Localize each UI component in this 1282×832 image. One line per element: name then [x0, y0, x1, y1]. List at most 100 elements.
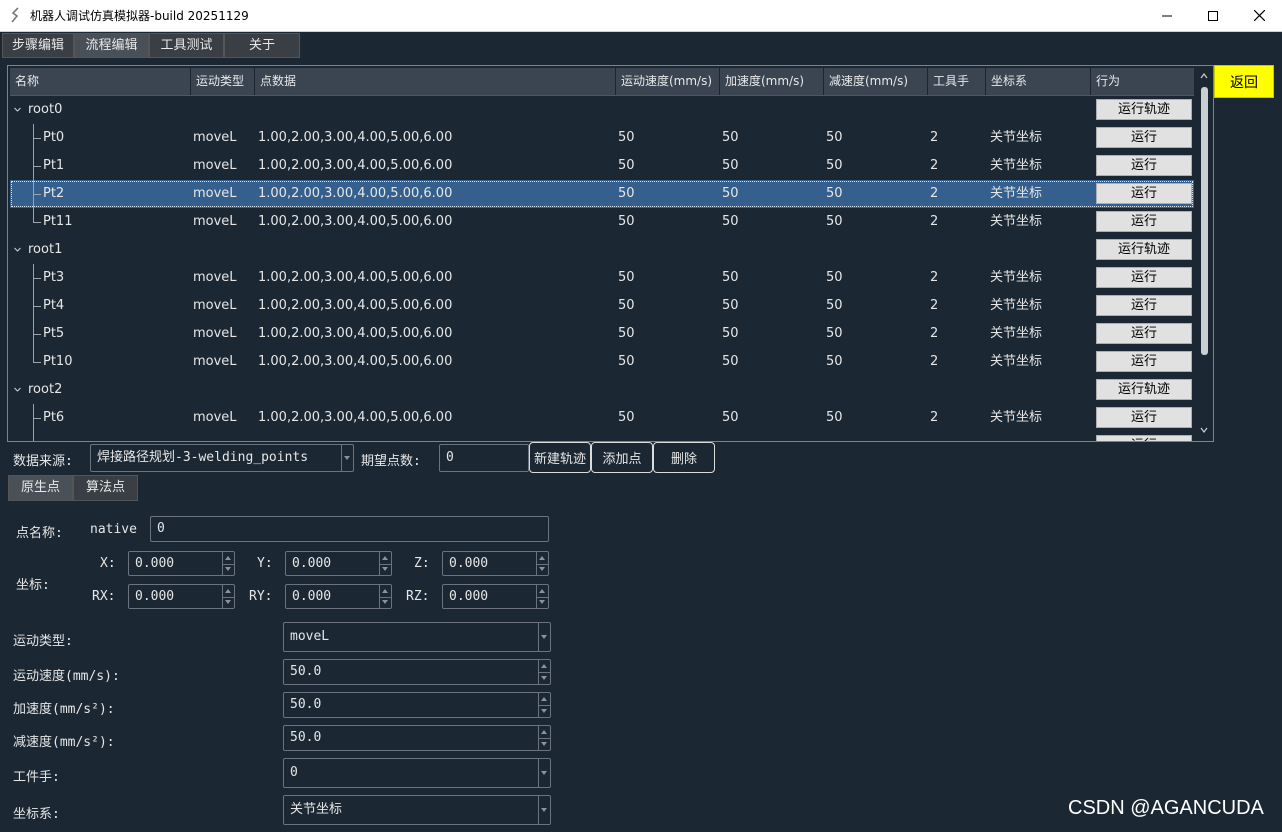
- ry-spinbox[interactable]: 0.000: [285, 584, 392, 609]
- tool-select[interactable]: 0: [283, 758, 551, 788]
- data-source-value: 焊接路径规划-3-welding_points: [97, 450, 309, 465]
- run-trajectory-button[interactable]: 运行轨迹: [1096, 99, 1192, 120]
- speed-spinbox[interactable]: 50.0: [283, 659, 551, 685]
- cell-tool: 2: [930, 158, 939, 173]
- spin-arrows-icon[interactable]: [222, 552, 234, 575]
- watermark: CSDN @AGANCUDA: [1068, 797, 1264, 819]
- rx-spinbox[interactable]: 0.000: [128, 584, 235, 609]
- deceleration-spinbox[interactable]: 50.0: [283, 725, 551, 751]
- spin-arrows-icon[interactable]: [379, 585, 391, 608]
- cell-motion: moveL: [193, 410, 237, 425]
- point-name: Pt10: [43, 354, 73, 369]
- run-point-button[interactable]: 运行: [1096, 267, 1192, 288]
- motion-type-select[interactable]: moveL: [283, 622, 551, 652]
- run-trajectory-button[interactable]: 运行轨迹: [1096, 239, 1192, 260]
- run-point-button[interactable]: 运行: [1096, 407, 1192, 428]
- run-trajectory-button[interactable]: 运行轨迹: [1096, 379, 1192, 400]
- tree-group-row[interactable]: root2 运行轨迹: [10, 376, 1194, 404]
- cell-speed: 50: [618, 130, 635, 145]
- table-row[interactable]: Pt1 moveL 1.00,2.00,3.00,4.00,5.00,6.00 50 5…: [10, 152, 1194, 180]
- cell-dec: 50: [826, 186, 843, 201]
- run-point-button[interactable]: 运行: [1096, 295, 1192, 316]
- cell-motion: moveL: [193, 186, 237, 201]
- acceleration-spinbox[interactable]: 50.0: [283, 692, 551, 718]
- run-point-button[interactable]: 运行: [1096, 351, 1192, 372]
- spin-arrows-icon[interactable]: [379, 552, 391, 575]
- ry-label: RY:: [249, 589, 273, 604]
- cell-tool: 2: [930, 326, 939, 341]
- rz-spinbox[interactable]: 0.000: [442, 584, 549, 609]
- x-spinbox[interactable]: 0.000: [128, 551, 235, 576]
- header-coord[interactable]: 坐标系: [986, 68, 1091, 95]
- spin-arrows-icon[interactable]: [538, 693, 550, 717]
- point-name-label: 点名称:: [16, 526, 63, 541]
- minimize-button[interactable]: [1144, 0, 1190, 31]
- header-dec[interactable]: 减速度(mm/s): [824, 68, 928, 95]
- table-row[interactable]: Pt4 moveL 1.00,2.00,3.00,4.00,5.00,6.00 50 5…: [10, 292, 1194, 320]
- data-source-select[interactable]: 焊接路径规划-3-welding_points: [90, 444, 354, 472]
- header-name[interactable]: 名称: [10, 68, 191, 95]
- tree-group-row[interactable]: root1 运行轨迹: [10, 236, 1194, 264]
- table-scrollbar[interactable]: [1198, 69, 1210, 437]
- table-row[interactable]: Pt6 moveL 1.00,2.00,3.00,4.00,5.00,6.00 50 5…: [10, 404, 1194, 432]
- tree-group-row[interactable]: root0 运行轨迹: [10, 96, 1194, 124]
- run-point-button[interactable]: 运行: [1096, 323, 1192, 344]
- header-action[interactable]: 行为: [1091, 68, 1194, 95]
- table-row[interactable]: 运行: [10, 432, 1194, 441]
- tab-about[interactable]: 关于: [224, 33, 300, 58]
- z-spinbox[interactable]: 0.000: [442, 551, 549, 576]
- delete-button[interactable]: 删除: [653, 442, 715, 473]
- table-row[interactable]: Pt3 moveL 1.00,2.00,3.00,4.00,5.00,6.00 50 5…: [10, 264, 1194, 292]
- header-speed[interactable]: 运动速度(mm/s): [616, 68, 720, 95]
- table-row[interactable]: Pt2 moveL 1.00,2.00,3.00,4.00,5.00,6.00 50 5…: [10, 180, 1194, 208]
- cell-acc: 50: [722, 214, 739, 229]
- cell-acc: 50: [722, 186, 739, 201]
- spin-arrows-icon[interactable]: [538, 726, 550, 750]
- spin-arrows-icon[interactable]: [222, 585, 234, 608]
- table-row[interactable]: Pt0 moveL 1.00,2.00,3.00,4.00,5.00,6.00 50 5…: [10, 124, 1194, 152]
- cell-tool: 2: [930, 270, 939, 285]
- trajectory-tree-table[interactable]: 名称 运动类型 点数据 运动速度(mm/s) 加速度(mm/s) 减速度(mm/…: [7, 65, 1214, 442]
- run-point-button[interactable]: 运行: [1096, 435, 1192, 441]
- header-motion[interactable]: 运动类型: [191, 68, 255, 95]
- rx-value: 0.000: [135, 589, 175, 604]
- tab-tool-test[interactable]: 工具测试: [149, 33, 224, 58]
- point-name-input[interactable]: 0: [150, 516, 549, 542]
- chevron-down-icon[interactable]: [14, 246, 21, 253]
- cell-dec: 50: [826, 158, 843, 173]
- add-point-button[interactable]: 添加点: [591, 442, 653, 473]
- run-point-button[interactable]: 运行: [1096, 183, 1192, 204]
- back-button[interactable]: 返回: [1214, 65, 1274, 98]
- table-row[interactable]: Pt5 moveL 1.00,2.00,3.00,4.00,5.00,6.00 50 5…: [10, 320, 1194, 348]
- spin-arrows-icon[interactable]: [536, 552, 548, 575]
- run-point-button[interactable]: 运行: [1096, 127, 1192, 148]
- header-acc[interactable]: 加速度(mm/s): [720, 68, 824, 95]
- coordsys-select[interactable]: 关节坐标: [283, 795, 551, 825]
- chevron-down-icon[interactable]: [14, 106, 21, 113]
- maximize-button[interactable]: [1190, 0, 1236, 31]
- spin-arrows-icon[interactable]: [538, 660, 550, 684]
- header-point-data[interactable]: 点数据: [255, 68, 616, 95]
- table-row[interactable]: Pt10 moveL 1.00,2.00,3.00,4.00,5.00,6.00 50…: [10, 348, 1194, 376]
- deceleration-label: 减速度(mm/s²):: [13, 735, 115, 750]
- header-tool[interactable]: 工具手: [928, 68, 986, 95]
- tab-flow-edit[interactable]: 流程编辑: [74, 33, 149, 58]
- new-trajectory-button[interactable]: 新建轨迹: [529, 442, 591, 473]
- cell-dec: 50: [826, 410, 843, 425]
- chevron-down-icon[interactable]: [14, 386, 21, 393]
- tab-algorithm-points[interactable]: 算法点: [73, 475, 138, 501]
- close-button[interactable]: [1236, 0, 1282, 31]
- point-name-prefix: native: [90, 522, 137, 537]
- expected-count-input[interactable]: 0: [439, 444, 529, 472]
- tab-step-edit[interactable]: 步骤编辑: [2, 33, 74, 58]
- scrollbar-thumb[interactable]: [1201, 87, 1208, 355]
- table-row[interactable]: Pt11 moveL 1.00,2.00,3.00,4.00,5.00,6.00 50…: [10, 208, 1194, 236]
- cell-coord: 关节坐标: [990, 354, 1043, 369]
- run-point-button[interactable]: 运行: [1096, 211, 1192, 232]
- run-point-button[interactable]: 运行: [1096, 155, 1192, 176]
- cell-coord: 关节坐标: [990, 214, 1043, 229]
- y-value: 0.000: [292, 556, 332, 571]
- y-spinbox[interactable]: 0.000: [285, 551, 392, 576]
- spin-arrows-icon[interactable]: [536, 585, 548, 608]
- tab-native-points[interactable]: 原生点: [8, 475, 73, 501]
